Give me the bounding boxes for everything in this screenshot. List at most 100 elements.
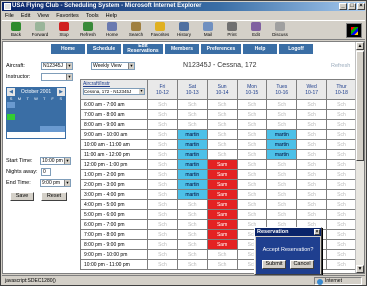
schedule-slot-available[interactable]: Sch <box>147 149 178 160</box>
schedule-slot-available[interactable]: Sch <box>236 199 268 210</box>
schedule-slot-available[interactable]: Sch <box>236 139 268 150</box>
calendar-day[interactable] <box>23 126 32 132</box>
schedule-slot-available[interactable]: Sch <box>296 159 328 170</box>
schedule-slot-booked[interactable]: Sam <box>206 229 238 240</box>
aircraft-instr-select[interactable]: Cessna, 172 - N12345J ▼ <box>83 88 145 95</box>
scroll-down-icon[interactable]: ▼ <box>356 265 364 273</box>
schedule-slot-available[interactable]: Sch <box>236 109 268 120</box>
toolbar-back-button[interactable]: Back <box>5 21 27 40</box>
schedule-slot-available[interactable]: Sch <box>326 129 357 140</box>
cancel-button[interactable]: Cancel <box>290 260 314 269</box>
schedule-slot-booked[interactable]: Sam <box>206 189 238 200</box>
schedule-slot-available[interactable]: Sch <box>236 99 268 110</box>
schedule-slot-available[interactable]: Sch <box>296 149 328 160</box>
toolbar-discuss-button[interactable]: Discuss <box>269 21 291 40</box>
schedule-slot-available[interactable]: Sch <box>206 139 238 150</box>
schedule-slot-available[interactable]: Sch <box>236 209 268 220</box>
schedule-slot-available[interactable]: Sch <box>176 119 208 130</box>
schedule-slot-available[interactable]: Sch <box>326 99 357 110</box>
schedule-slot-available[interactable]: Sch <box>326 209 357 220</box>
toolbar-edit-button[interactable]: Edit <box>245 21 267 40</box>
menu-tools[interactable]: Tools <box>86 13 99 19</box>
schedule-slot-available[interactable]: Sch <box>296 209 328 220</box>
calendar-day[interactable] <box>15 126 24 132</box>
toolbar-mail-button[interactable]: Mail <box>197 21 219 40</box>
schedule-slot-booked[interactable]: martin <box>176 189 208 200</box>
schedule-slot-available[interactable]: Sch <box>296 119 328 130</box>
schedule-slot-available[interactable]: Sch <box>266 169 298 180</box>
schedule-slot-available[interactable]: Sch <box>326 239 357 250</box>
schedule-slot-available[interactable]: Sch <box>296 179 328 190</box>
end-time-select[interactable]: 9:00 pm ▼ <box>40 179 71 187</box>
schedule-slot-available[interactable]: Sch <box>236 149 268 160</box>
schedule-slot-available[interactable]: Sch <box>147 99 178 110</box>
schedule-slot-available[interactable]: Sch <box>296 139 328 150</box>
schedule-slot-available[interactable]: Sch <box>266 199 298 210</box>
schedule-slot-available[interactable]: Sch <box>296 169 328 180</box>
schedule-slot-available[interactable]: Sch <box>147 119 178 130</box>
schedule-slot-available[interactable]: Sch <box>147 109 178 120</box>
calendar-day[interactable] <box>7 126 16 132</box>
schedule-slot-available[interactable]: Sch <box>326 139 357 150</box>
schedule-slot-available[interactable]: Sch <box>296 189 328 200</box>
schedule-slot-available[interactable]: Sch <box>326 149 357 160</box>
schedule-slot-available[interactable]: Sch <box>296 109 328 120</box>
schedule-slot-available[interactable]: Sch <box>176 109 208 120</box>
schedule-slot-booked[interactable]: martin <box>266 129 298 140</box>
maximize-button[interactable]: □ <box>348 3 356 10</box>
schedule-slot-available[interactable]: Sch <box>206 259 238 270</box>
schedule-slot-available[interactable]: Sch <box>236 159 268 170</box>
schedule-slot-available[interactable]: Sch <box>266 179 298 190</box>
schedule-slot-booked[interactable]: martin <box>176 179 208 190</box>
prev-month-button[interactable]: ◀ <box>7 88 15 96</box>
menu-edit[interactable]: Edit <box>21 13 30 19</box>
schedule-slot-available[interactable]: Sch <box>176 219 208 230</box>
schedule-slot-available[interactable]: Sch <box>236 179 268 190</box>
schedule-slot-available[interactable]: Sch <box>296 99 328 110</box>
schedule-slot-available[interactable]: Sch <box>296 199 328 210</box>
schedule-slot-booked[interactable]: martin <box>176 139 208 150</box>
schedule-slot-available[interactable]: Sch <box>206 119 238 130</box>
schedule-slot-booked[interactable]: Sam <box>206 239 238 250</box>
toolbar-refresh-button[interactable]: Refresh <box>77 21 99 40</box>
schedule-slot-available[interactable]: Sch <box>206 109 238 120</box>
schedule-slot-available[interactable]: Sch <box>296 129 328 140</box>
schedule-slot-booked[interactable]: Sam <box>206 219 238 230</box>
schedule-slot-available[interactable]: Sch <box>326 259 357 270</box>
schedule-slot-available[interactable]: Sch <box>236 189 268 200</box>
schedule-slot-available[interactable]: Sch <box>266 189 298 200</box>
nav-help[interactable]: Help <box>243 44 277 54</box>
calendar-day[interactable] <box>48 126 57 132</box>
vertical-scrollbar[interactable]: ▲ ▼ <box>355 42 364 273</box>
next-month-button[interactable]: ▶ <box>57 88 65 96</box>
schedule-slot-available[interactable]: Sch <box>147 189 178 200</box>
submit-button[interactable]: Submit <box>262 260 286 269</box>
schedule-slot-available[interactable]: Sch <box>326 199 357 210</box>
nav-schedule[interactable]: Schedule <box>87 44 121 54</box>
menu-favorites[interactable]: Favorites <box>56 13 79 19</box>
schedule-slot-available[interactable]: Sch <box>147 199 178 210</box>
schedule-slot-booked[interactable]: martin <box>176 149 208 160</box>
schedule-slot-booked[interactable]: martin <box>266 149 298 160</box>
schedule-slot-available[interactable]: Sch <box>147 129 178 140</box>
schedule-slot-available[interactable]: Sch <box>176 239 208 250</box>
schedule-slot-available[interactable]: Sch <box>206 149 238 160</box>
menu-view[interactable]: View <box>37 13 49 19</box>
schedule-slot-available[interactable]: Sch <box>147 179 178 190</box>
schedule-slot-available[interactable]: Sch <box>147 209 178 220</box>
calendar-day[interactable] <box>56 126 65 132</box>
reset-button[interactable]: Reset <box>41 192 67 201</box>
toolbar-history-button[interactable]: History <box>173 21 195 40</box>
schedule-slot-available[interactable]: Sch <box>147 229 178 240</box>
schedule-slot-available[interactable]: Sch <box>176 199 208 210</box>
menu-file[interactable]: File <box>5 13 14 19</box>
toolbar-print-button[interactable]: Print <box>221 21 243 40</box>
schedule-slot-available[interactable]: Sch <box>147 239 178 250</box>
refresh-link[interactable]: Refresh <box>331 63 350 69</box>
schedule-slot-available[interactable]: Sch <box>326 249 357 260</box>
schedule-slot-available[interactable]: Sch <box>266 109 298 120</box>
schedule-slot-available[interactable]: Sch <box>206 129 238 140</box>
schedule-slot-available[interactable]: Sch <box>176 229 208 240</box>
nav-logoff[interactable]: Logoff <box>279 44 313 54</box>
schedule-slot-booked[interactable]: martin <box>176 129 208 140</box>
